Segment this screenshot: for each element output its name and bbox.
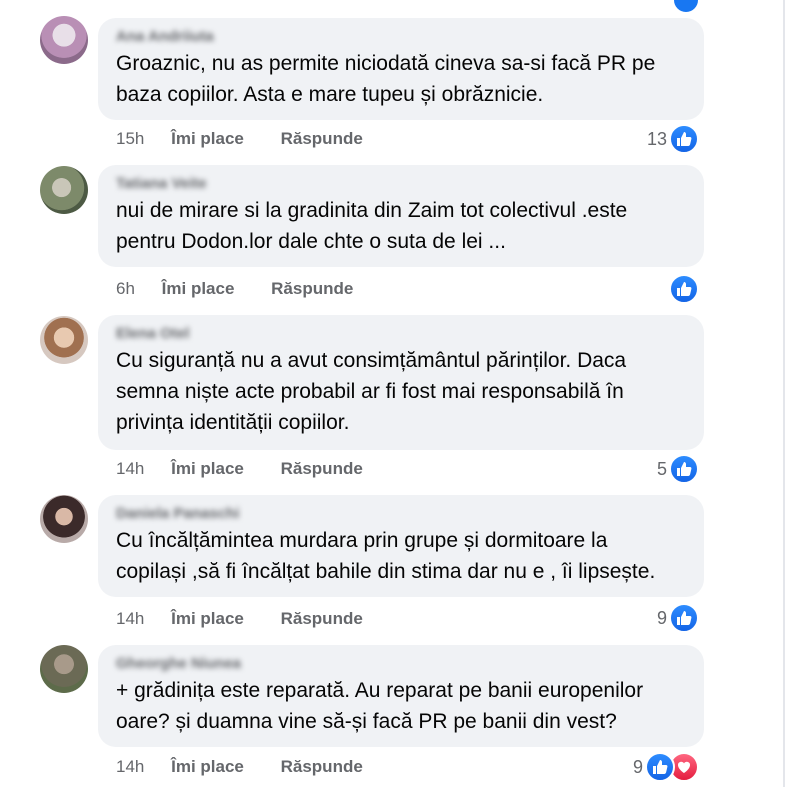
comment-bubble: Elena Otel Cu siguranță nu a avut consim… bbox=[98, 315, 704, 450]
reaction-count: 5 bbox=[656, 458, 667, 479]
thumbs-up-icon bbox=[669, 124, 699, 154]
reaction-count: 13 bbox=[646, 128, 667, 149]
comment-actions: 6h Îmi place Răspunde bbox=[116, 278, 353, 300]
like-button[interactable]: Îmi place bbox=[162, 278, 235, 300]
like-button[interactable]: Îmi place bbox=[171, 128, 244, 150]
comment-author[interactable]: Daniela Panaschi bbox=[116, 505, 686, 523]
comment-actions: 15h Îmi place Răspunde bbox=[116, 128, 363, 150]
comment-time[interactable]: 6h bbox=[116, 278, 135, 300]
comment-time[interactable]: 15h bbox=[116, 128, 144, 150]
reply-button[interactable]: Răspunde bbox=[281, 756, 363, 778]
reaction-summary[interactable]: 9 bbox=[632, 752, 699, 782]
reaction-count: 9 bbox=[656, 607, 667, 628]
reaction-count: 9 bbox=[632, 756, 643, 777]
comment-bubble: Daniela Panaschi Cu încălțămintea murdar… bbox=[98, 495, 704, 597]
comment-author[interactable]: Ana Andriiuta bbox=[116, 28, 686, 46]
like-button[interactable]: Îmi place bbox=[171, 458, 244, 480]
comment-actions: 14h Îmi place Răspunde bbox=[116, 458, 363, 480]
comment-time[interactable]: 14h bbox=[116, 608, 144, 630]
comment-bubble: Ana Andriiuta Groaznic, nu as permite ni… bbox=[98, 18, 704, 120]
reply-button[interactable]: Răspunde bbox=[271, 278, 353, 300]
reaction-summary[interactable]: 5 bbox=[656, 454, 699, 484]
comment-actions: 14h Îmi place Răspunde bbox=[116, 608, 363, 630]
comment-text: nui de mirare si la gradinita din Zaim t… bbox=[116, 199, 628, 253]
avatar[interactable] bbox=[40, 495, 88, 543]
avatar[interactable] bbox=[40, 166, 88, 214]
comment-time[interactable]: 14h bbox=[116, 756, 144, 778]
reaction-summary[interactable] bbox=[667, 274, 699, 304]
thumbs-up-icon bbox=[645, 752, 675, 782]
comment-author[interactable]: Tatiana Veite bbox=[116, 175, 686, 193]
avatar[interactable] bbox=[40, 16, 88, 64]
reply-button[interactable]: Răspunde bbox=[281, 608, 363, 630]
previous-comment-like-icon bbox=[672, 0, 700, 14]
comment-author[interactable]: Elena Otel bbox=[116, 325, 686, 343]
comment-text: + grădinița este reparată. Au reparat pe… bbox=[116, 679, 644, 733]
comment-text: Cu încălțămintea murdara prin grupe și d… bbox=[116, 529, 656, 583]
reaction-summary[interactable]: 9 bbox=[656, 603, 699, 633]
avatar[interactable] bbox=[40, 645, 88, 693]
avatar[interactable] bbox=[40, 316, 88, 364]
reaction-summary[interactable]: 13 bbox=[646, 124, 699, 154]
comment-text: Cu siguranță nu a avut consimțământul pă… bbox=[116, 349, 627, 434]
like-button[interactable]: Îmi place bbox=[171, 756, 244, 778]
like-button[interactable]: Îmi place bbox=[171, 608, 244, 630]
comment-actions: 14h Îmi place Răspunde bbox=[116, 756, 363, 778]
comment-author[interactable]: Gheorghe Niunea bbox=[116, 655, 686, 673]
thumbs-up-icon bbox=[669, 274, 699, 304]
comment-bubble: Gheorghe Niunea + grădinița este reparat… bbox=[98, 645, 704, 747]
reply-button[interactable]: Răspunde bbox=[281, 128, 363, 150]
comment-time[interactable]: 14h bbox=[116, 458, 144, 480]
thumbs-up-icon bbox=[669, 454, 699, 484]
reply-button[interactable]: Răspunde bbox=[281, 458, 363, 480]
comment-text: Groaznic, nu as permite niciodată cineva… bbox=[116, 52, 656, 106]
comment-bubble: Tatiana Veite nui de mirare si la gradin… bbox=[98, 165, 704, 267]
thumbs-up-icon bbox=[669, 603, 699, 633]
